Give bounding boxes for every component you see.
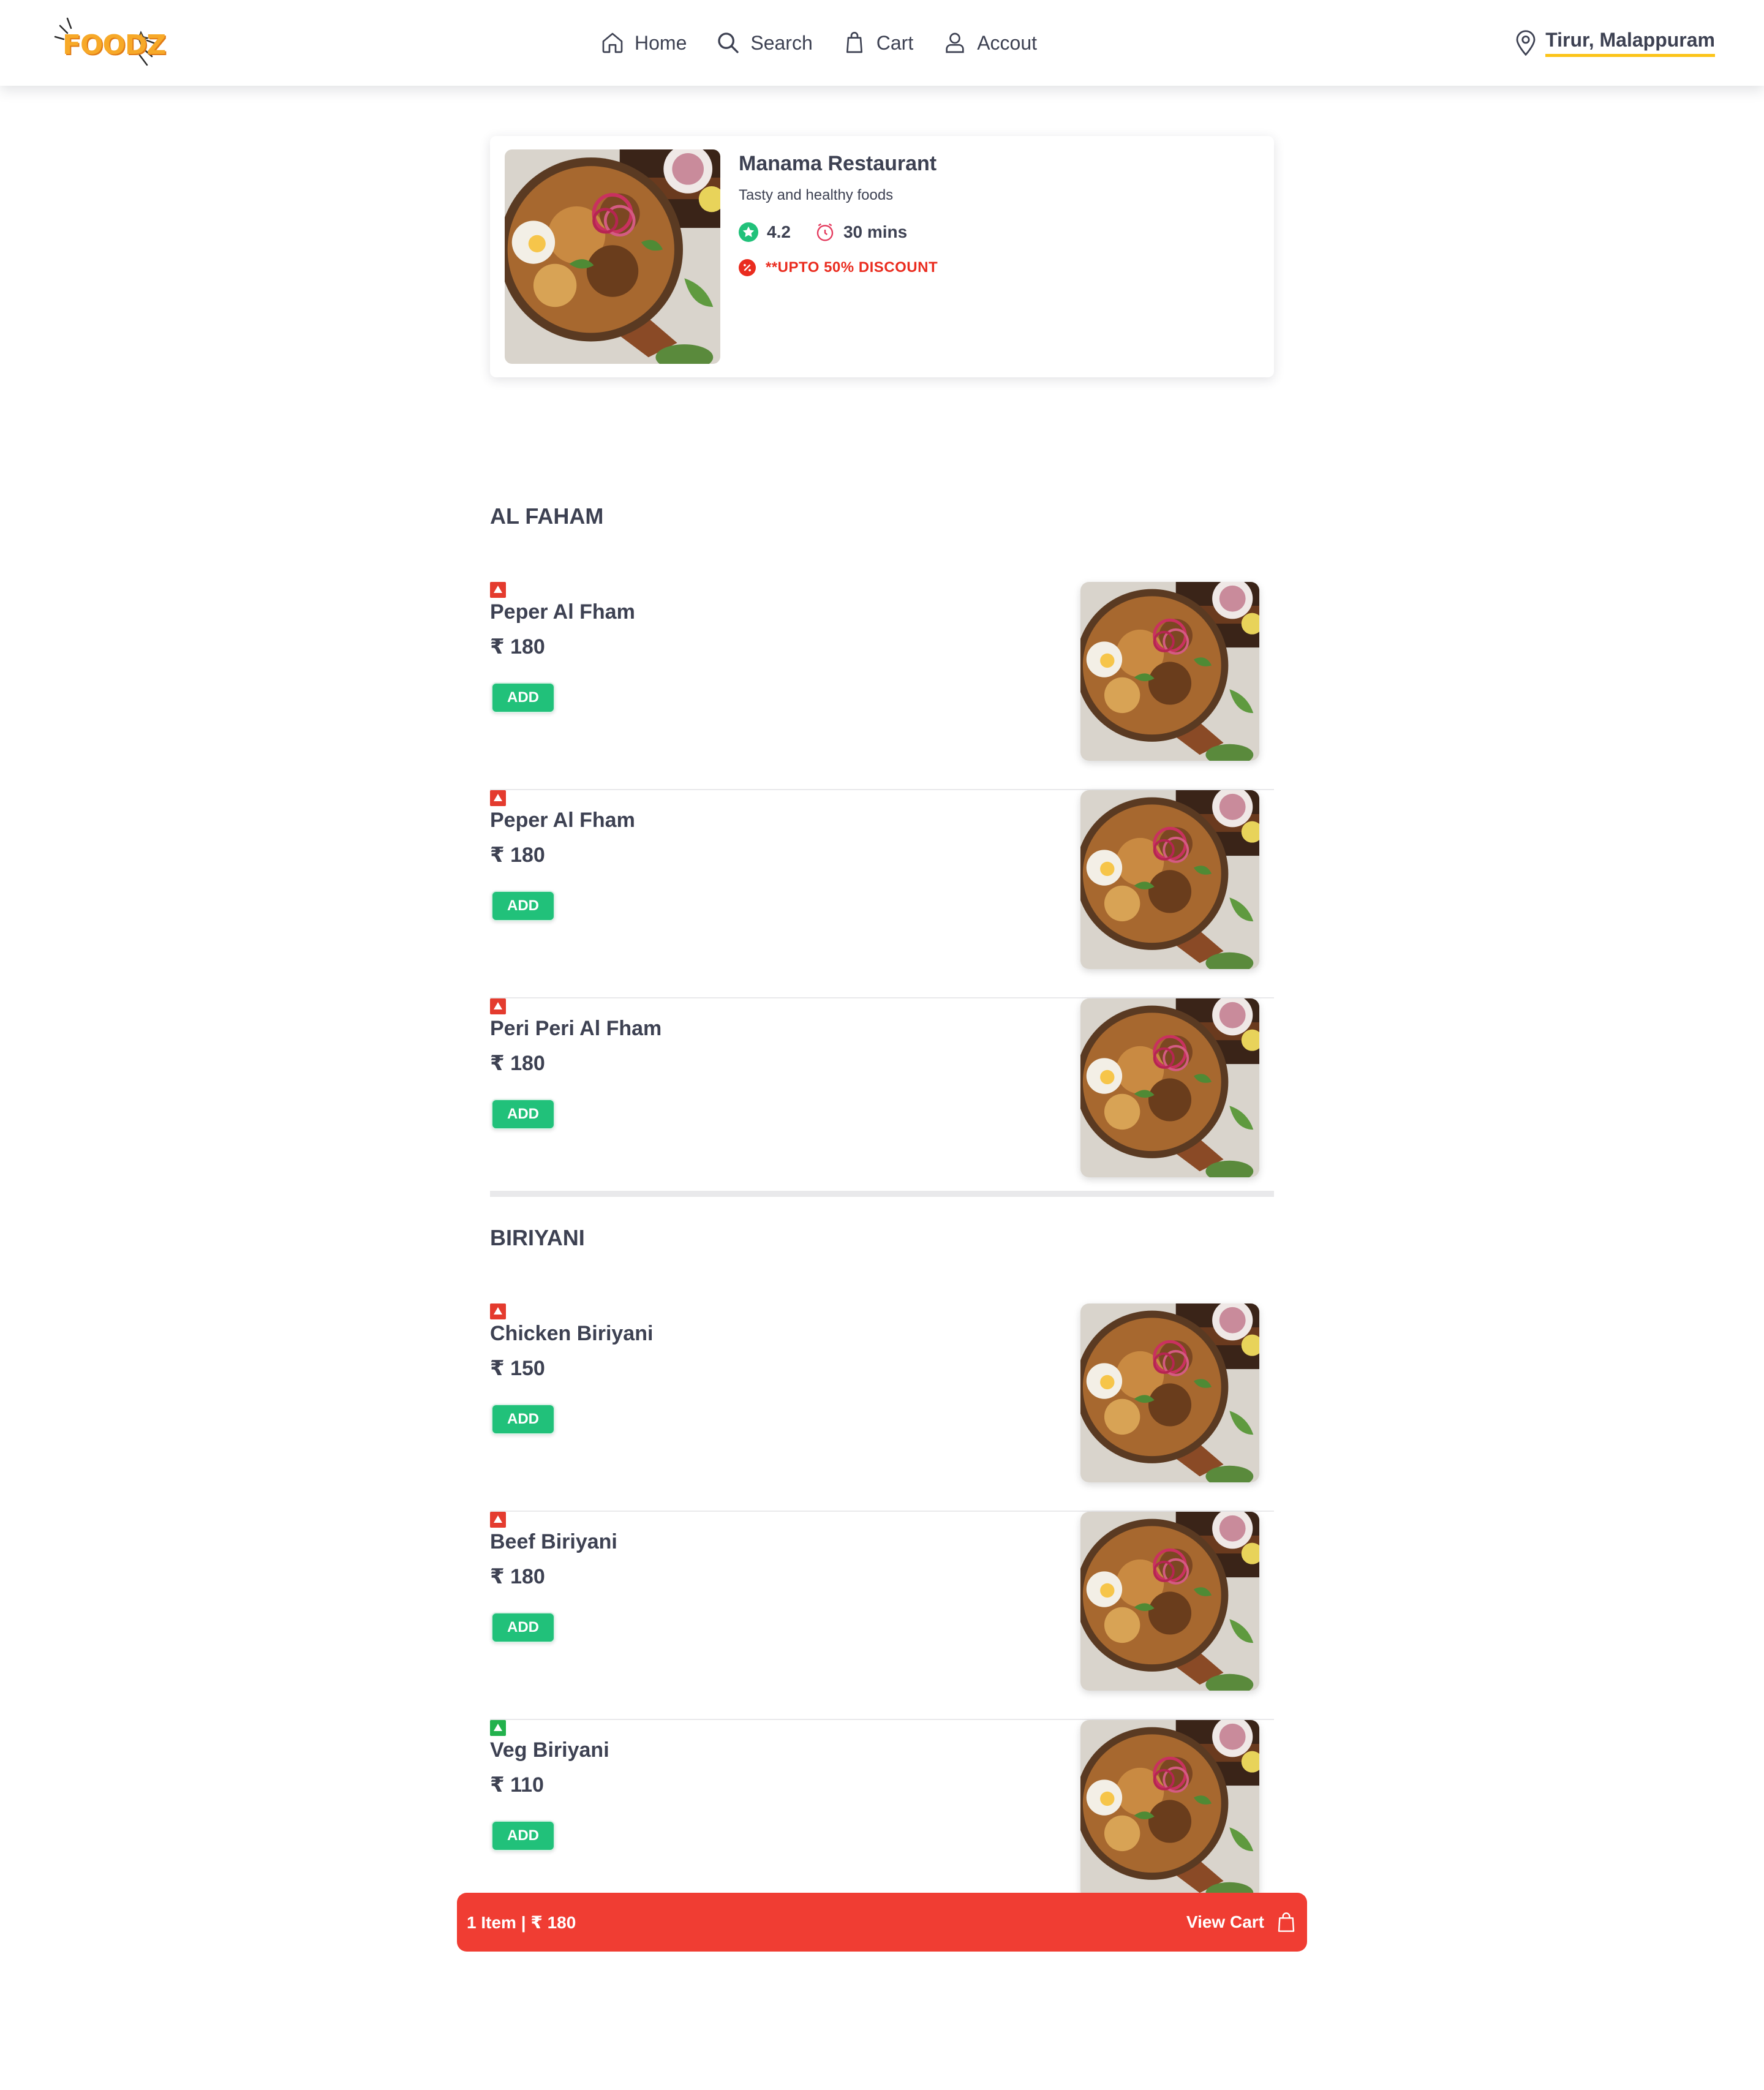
nonveg-icon [490, 1303, 506, 1319]
add-button[interactable]: ADD [491, 1404, 555, 1435]
cart-summary: 1 Item | ₹ 180 [467, 1912, 576, 1932]
item-image [1080, 1512, 1259, 1691]
add-button[interactable]: ADD [491, 1099, 555, 1130]
veg-icon [490, 1720, 506, 1736]
item-price: ₹ 180 [490, 1565, 545, 1588]
item-name: Chicken Biriyani [490, 1322, 654, 1345]
nav-account[interactable]: Accout [943, 31, 1037, 55]
nav-search-label: Search [750, 31, 813, 54]
bag-icon [1278, 1912, 1295, 1932]
add-button[interactable]: ADD [491, 1612, 555, 1643]
top-header: FOODZ Home Search Cart Accout Tirur, Mal… [0, 0, 1764, 86]
nav-home[interactable]: Home [600, 31, 687, 55]
nav-account-label: Accout [977, 31, 1038, 54]
nonveg-icon [490, 790, 506, 806]
nav-cart[interactable]: Cart [842, 31, 913, 55]
item-name: Veg Biriyani [490, 1738, 609, 1762]
item-price: ₹ 180 [490, 843, 545, 867]
location-selector[interactable]: Tirur, Malappuram [1515, 25, 1715, 61]
menu-item: Peri Peri Al Fham ₹ 180 ADD [490, 998, 1274, 1207]
item-price: ₹ 110 [490, 1773, 544, 1797]
nav-home-label: Home [635, 31, 687, 54]
discount-text: **UPTO 50% DISCOUNT [766, 259, 938, 276]
item-name: Peri Peri Al Fham [490, 1017, 662, 1040]
user-icon [946, 32, 964, 53]
bag-icon [846, 32, 862, 53]
item-name: Beef Biriyani [490, 1530, 617, 1553]
add-button[interactable]: ADD [491, 891, 555, 921]
restaurant-tagline: Tasty and healthy foods [739, 187, 894, 203]
item-image [1080, 998, 1259, 1177]
view-cart-bar[interactable]: 1 Item | ₹ 180 View Cart [457, 1893, 1307, 1952]
clock-icon [816, 223, 834, 241]
add-button[interactable]: ADD [491, 1820, 555, 1851]
item-price: ₹ 180 [490, 1052, 545, 1075]
view-cart-label: View Cart [1186, 1912, 1264, 1931]
home-icon [602, 32, 623, 53]
logo-text: FOODZ [62, 29, 166, 61]
menu-item: Peper Al Fham ₹ 180 ADD [490, 582, 1274, 790]
menu-item: Beef Biriyani ₹ 180 ADD [490, 1512, 1274, 1720]
foodz-logo[interactable]: FOODZ [49, 13, 166, 72]
restaurant-card: Manama Restaurant Tasty and healthy food… [490, 136, 1274, 377]
item-image [1080, 1720, 1259, 1899]
menu-item: Chicken Biriyani ₹ 150 ADD [490, 1303, 1274, 1512]
nav-search[interactable]: Search [716, 31, 813, 55]
add-button[interactable]: ADD [491, 682, 555, 713]
section-divider [490, 1191, 1274, 1197]
nonveg-icon [490, 582, 506, 598]
restaurant-rating: 4.2 [767, 222, 791, 241]
section-title-biriyani: BIRIYANI [490, 1225, 585, 1250]
item-price: ₹ 180 [490, 635, 545, 658]
discount-banner: **UPTO 50% DISCOUNT [739, 259, 938, 276]
main-nav: Home Search Cart Accout [600, 25, 1066, 61]
search-icon [718, 32, 739, 53]
menu-item: Peper Al Fham ₹ 180 ADD [490, 790, 1274, 998]
item-name: Peper Al Fham [490, 809, 635, 832]
map-pin-icon [1516, 30, 1536, 56]
nonveg-icon [490, 1512, 506, 1528]
restaurant-name: Manama Restaurant [739, 152, 937, 175]
restaurant-meta: 4.2 30 mins [739, 222, 938, 242]
item-image [1080, 790, 1259, 969]
view-cart-button[interactable]: View Cart [1186, 1911, 1296, 1933]
discount-icon [739, 259, 756, 276]
item-image [1080, 1303, 1259, 1482]
item-name: Peper Al Fham [490, 600, 635, 624]
section-title-al-faham: AL FAHAM [490, 504, 604, 529]
nonveg-icon [490, 998, 506, 1014]
item-price: ₹ 150 [490, 1357, 545, 1380]
location-text: Tirur, Malappuram [1545, 29, 1715, 57]
nav-cart-label: Cart [876, 31, 914, 54]
restaurant-image [505, 149, 720, 364]
restaurant-delivery-time: 30 mins [843, 222, 908, 241]
restaurant-info: Manama Restaurant Tasty and healthy food… [739, 152, 938, 276]
item-image [1080, 582, 1259, 761]
star-rating-icon [739, 222, 758, 242]
